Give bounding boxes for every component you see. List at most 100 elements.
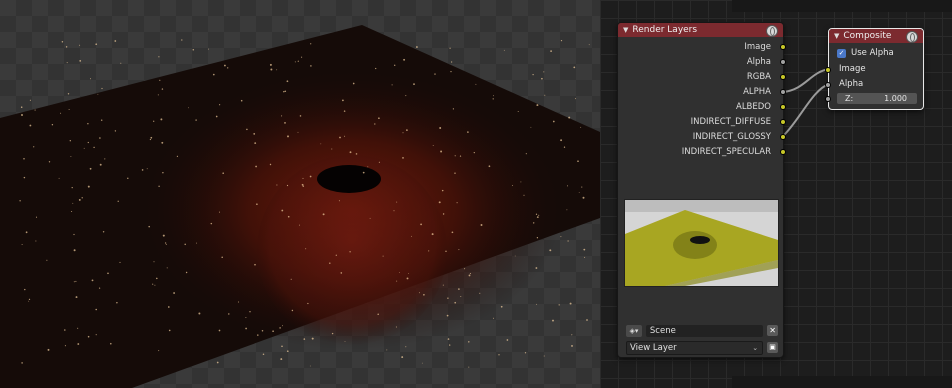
- noise-speck: [28, 300, 30, 302]
- render-layers-node[interactable]: ▼ Render Layers Image Alpha RGBA ALPHA A…: [617, 22, 786, 358]
- socket-dot-icon[interactable]: [780, 134, 786, 140]
- output-label: INDIRECT_SPECULAR: [681, 147, 771, 157]
- noise-speck: [286, 350, 289, 353]
- noise-speck: [116, 301, 118, 304]
- noise-speck: [256, 203, 258, 206]
- noise-speck: [97, 93, 99, 95]
- scene-selector-row[interactable]: ◈▾ Scene ✕: [626, 324, 778, 337]
- noise-speck: [77, 343, 80, 345]
- use-alpha-label: Use Alpha: [851, 48, 894, 58]
- socket-dot-icon[interactable]: [780, 74, 786, 80]
- collapse-arrow-icon[interactable]: ▼: [834, 32, 839, 40]
- composite-node[interactable]: ▼ Composite ✓ Use Alpha Image Alpha Z: 1…: [825, 28, 924, 110]
- noise-speck: [240, 99, 243, 102]
- noise-speck: [23, 157, 25, 160]
- noise-speck: [378, 117, 380, 120]
- noise-speck: [102, 231, 105, 233]
- socket-dot-icon[interactable]: [825, 82, 831, 88]
- output-socket-indirect-specular[interactable]: INDIRECT_SPECULAR: [621, 145, 771, 159]
- noise-speck: [458, 249, 460, 251]
- noise-speck: [166, 267, 168, 269]
- noise-speck: [584, 256, 586, 258]
- socket-dot-icon[interactable]: [780, 89, 786, 95]
- noise-speck: [249, 311, 251, 313]
- socket-dot-icon[interactable]: [780, 59, 786, 65]
- noise-speck: [439, 127, 442, 129]
- noise-speck: [284, 90, 287, 93]
- noise-speck: [297, 131, 299, 133]
- noise-speck: [367, 166, 369, 168]
- socket-dot-icon[interactable]: [825, 96, 831, 102]
- compositor-node-editor[interactable]: ▼ Render Layers Image Alpha RGBA ALPHA A…: [600, 0, 952, 388]
- noise-speck: [21, 362, 23, 364]
- noise-speck: [110, 342, 112, 345]
- output-socket-indirect-diffuse[interactable]: INDIRECT_DIFFUSE: [621, 115, 771, 129]
- view-layer-dropdown[interactable]: View Layer ⌄: [626, 340, 764, 355]
- view-layer-row[interactable]: View Layer ⌄ ▣: [626, 340, 778, 355]
- noise-speck: [104, 158, 106, 160]
- noise-speck: [309, 365, 311, 367]
- noise-speck: [28, 298, 31, 301]
- noise-speck: [423, 293, 425, 296]
- noise-speck: [428, 250, 430, 252]
- output-socket-alpha-pass[interactable]: ALPHA: [621, 85, 771, 99]
- close-icon[interactable]: ✕: [767, 325, 778, 336]
- socket-dot-icon[interactable]: [780, 119, 786, 125]
- noise-speck: [262, 353, 265, 355]
- noise-speck: [120, 62, 122, 64]
- output-socket-albedo[interactable]: ALBEDO: [621, 100, 771, 114]
- noise-speck: [168, 329, 171, 332]
- noise-speck: [541, 77, 543, 80]
- use-alpha-toggle[interactable]: ✓ Use Alpha: [837, 47, 894, 59]
- noise-speck: [276, 69, 278, 71]
- noise-speck: [503, 49, 505, 51]
- noise-speck: [196, 242, 198, 244]
- input-socket-alpha[interactable]: Alpha: [839, 78, 863, 91]
- noise-speck: [77, 327, 79, 329]
- input-socket-image[interactable]: Image: [839, 63, 866, 76]
- render-layers-header[interactable]: ▼ Render Layers: [618, 23, 783, 37]
- output-label: Alpha: [746, 57, 771, 67]
- noise-speck: [98, 287, 101, 289]
- noise-speck: [536, 216, 539, 219]
- output-socket-rgba[interactable]: RGBA: [621, 70, 771, 84]
- output-socket-alpha[interactable]: Alpha: [621, 55, 771, 69]
- noise-speck: [221, 256, 223, 258]
- noise-speck: [287, 135, 289, 138]
- noise-speck: [282, 325, 283, 327]
- noise-speck: [434, 73, 436, 75]
- noise-speck: [95, 308, 97, 311]
- noise-speck: [207, 48, 209, 50]
- composite-header[interactable]: ▼ Composite: [829, 29, 923, 43]
- socket-dot-icon[interactable]: [780, 149, 786, 155]
- scene-icon[interactable]: ◈▾: [626, 324, 642, 337]
- noise-speck: [47, 348, 50, 351]
- socket-dot-icon[interactable]: [825, 67, 831, 73]
- noise-speck: [543, 71, 545, 73]
- view-layer-icon[interactable]: ▣: [767, 342, 778, 353]
- noise-speck: [66, 62, 68, 64]
- chevron-down-icon: ⌄: [752, 343, 759, 352]
- noise-speck: [254, 263, 256, 266]
- collapse-arrow-icon[interactable]: ▼: [623, 26, 628, 34]
- noise-speck: [402, 132, 404, 134]
- socket-dot-icon[interactable]: [780, 104, 786, 110]
- noise-speck: [25, 231, 28, 234]
- render-viewport[interactable]: [0, 0, 600, 388]
- noise-speck: [162, 234, 165, 237]
- output-socket-indirect-glossy[interactable]: INDIRECT_GLOSSY: [621, 130, 771, 144]
- socket-dot-icon[interactable]: [780, 44, 786, 50]
- noise-speck: [538, 214, 540, 216]
- noise-speck: [146, 168, 148, 170]
- noise-speck: [331, 148, 333, 150]
- output-socket-image[interactable]: Image: [621, 40, 771, 54]
- scene-field[interactable]: Scene: [645, 324, 764, 337]
- noise-speck: [71, 186, 73, 189]
- noise-speck: [396, 201, 398, 203]
- noise-speck: [290, 278, 292, 280]
- noise-speck: [391, 84, 393, 86]
- noise-speck: [468, 274, 471, 277]
- check-icon[interactable]: ✓: [837, 48, 846, 58]
- noise-speck: [294, 61, 296, 63]
- z-value-field[interactable]: Z: 1.000: [837, 93, 917, 104]
